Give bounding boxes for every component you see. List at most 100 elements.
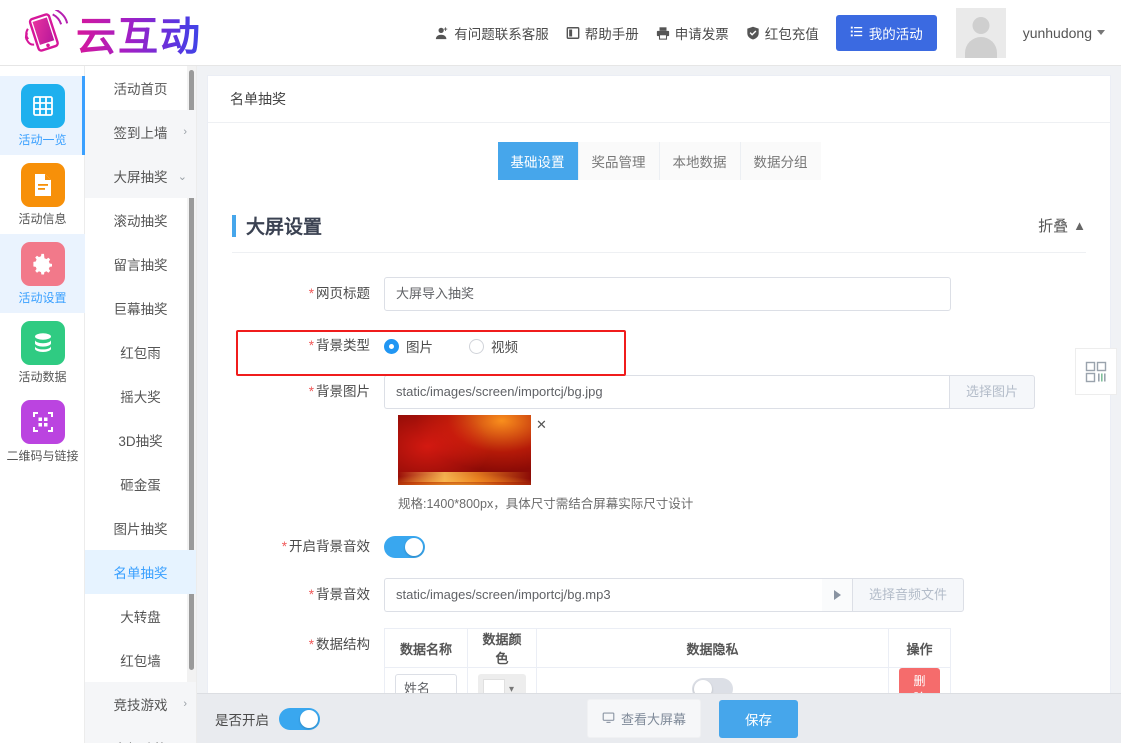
tab-basic-settings[interactable]: 基础设置 — [498, 142, 579, 180]
form-row-bg-type: *背景类型 图片 视频 — [232, 329, 1086, 363]
tab-local-data[interactable]: 本地数据 — [660, 142, 741, 180]
save-button[interactable]: 保存 — [719, 700, 798, 738]
menu-item-3d-lottery[interactable]: 3D抽奖 — [85, 418, 196, 462]
tab-label: 基础设置 — [511, 155, 565, 170]
menu-item-shake-prize[interactable]: 摇大奖 — [85, 374, 196, 418]
label-text: 背景图片 — [316, 384, 370, 399]
menu-item-label: 活动首页 — [114, 78, 168, 98]
radio-label: 图片 — [406, 336, 433, 356]
form-label-data-structure: *数据结构 — [232, 628, 384, 662]
radio-video[interactable]: 视频 — [469, 336, 518, 356]
top-nav: 有问题联系客服 帮助手册 申请发票 红包充值 — [435, 8, 1121, 58]
tab-bar: 基础设置 奖品管理 本地数据 数据分组 — [208, 123, 1110, 180]
bg-image-input[interactable]: static/images/screen/importcj/bg.jpg — [384, 375, 869, 409]
menu-item-redpacket-wall[interactable]: 红包墙 — [85, 638, 196, 682]
menu-item-namelist-lottery[interactable]: 名单抽奖 — [85, 550, 196, 594]
menu-item-label: 签到上墙 — [114, 122, 168, 142]
menu-item-scroll-lottery[interactable]: 滚动抽奖 — [85, 198, 196, 242]
th-data-name: 数据名称 — [385, 629, 468, 668]
tab-data-group[interactable]: 数据分组 — [741, 142, 821, 180]
page-title-input[interactable]: 大屏导入抽奖 — [384, 277, 951, 311]
form-row-page-title: *网页标题 大屏导入抽奖 — [232, 277, 1086, 311]
bg-image-thumbnail[interactable] — [398, 415, 531, 485]
app-root: 云互动 有问题联系客服 帮助手册 申请发票 — [0, 0, 1121, 743]
section-header: 大屏设置 折叠 ▲ — [232, 212, 1086, 253]
tab-label: 数据分组 — [754, 155, 808, 170]
section-accent-bar — [232, 215, 236, 237]
menu-item-label: 巨幕抽奖 — [114, 298, 168, 318]
tab-prize-management[interactable]: 奖品管理 — [579, 142, 660, 180]
bg-type-radio-group: 图片 视频 — [384, 329, 518, 363]
topnav-item-recharge[interactable]: 红包充值 — [746, 23, 819, 43]
menu-item-competitive-games[interactable]: 竞技游戏› — [85, 682, 196, 726]
topnav-item-help[interactable]: 帮助手册 — [566, 23, 639, 43]
rail-item-qrcode-link[interactable]: 二维码与链接 — [0, 392, 85, 471]
rail-item-activity-data[interactable]: 活动数据 — [0, 313, 85, 392]
radio-dot — [469, 339, 484, 354]
chevron-right-icon: › — [183, 126, 187, 138]
view-bigscreen-label: 查看大屏幕 — [621, 709, 686, 728]
menu-item-message-lottery[interactable]: 留言抽奖 — [85, 242, 196, 286]
label-text: 数据结构 — [316, 637, 370, 652]
menu-item-home[interactable]: 活动首页 — [85, 66, 196, 110]
topnav-label: 帮助手册 — [585, 23, 639, 43]
brand-logo[interactable]: 云互动 — [18, 4, 202, 62]
form-label-audio-enable: *开启背景音效 — [232, 530, 384, 564]
section-title: 大屏设置 — [246, 212, 322, 239]
monitor-icon — [602, 711, 615, 727]
menu-item-big-wheel[interactable]: 大转盘 — [85, 594, 196, 638]
bg-audio-input[interactable]: static/images/screen/importcj/bg.mp3 — [384, 578, 822, 612]
tab-label: 本地数据 — [673, 155, 727, 170]
collapse-toggle[interactable]: 折叠 ▲ — [1038, 215, 1086, 236]
main-card: 名单抽奖 基础设置 奖品管理 本地数据 数据分组 大屏设置 折叠 — [207, 75, 1111, 730]
content-area: 名单抽奖 基础设置 奖品管理 本地数据 数据分组 大屏设置 折叠 — [197, 66, 1121, 743]
menu-item-golden-egg[interactable]: 砸金蛋 — [85, 462, 196, 506]
choose-image-button[interactable]: 选择图片 — [949, 375, 1035, 409]
close-icon[interactable]: ✕ — [536, 417, 547, 433]
label-text: 开启背景音效 — [289, 539, 370, 554]
menu-item-bigscreen-lottery[interactable]: 大屏抽奖⌄ — [85, 154, 196, 198]
menu-item-label: 竞技游戏 — [114, 694, 168, 714]
qr-grid-icon[interactable] — [1075, 348, 1117, 395]
required-star: * — [309, 637, 314, 652]
menu-item-giant-lottery[interactable]: 巨幕抽奖 — [85, 286, 196, 330]
menu-item-signin-wall[interactable]: 签到上墙 › — [85, 110, 196, 154]
bg-audio-field: static/images/screen/importcj/bg.mp3 选择音… — [384, 578, 964, 612]
enable-toggle[interactable] — [279, 708, 320, 730]
required-star: * — [309, 338, 314, 353]
settings-form: *网页标题 大屏导入抽奖 *背景类型 图片 — [208, 253, 1110, 711]
label-text: 背景音效 — [316, 587, 370, 602]
menu-item-label: 图片抽奖 — [114, 518, 168, 538]
menu-item-photo-lottery[interactable]: 图片抽奖 — [85, 506, 196, 550]
radio-image[interactable]: 图片 — [384, 336, 433, 356]
required-star: * — [309, 286, 314, 301]
bg-image-note: 规格:1400*800px，具体尺寸需结合屏幕实际尺寸设计 — [398, 493, 1086, 512]
top-bar: 云互动 有问题联系客服 帮助手册 申请发票 — [0, 0, 1121, 66]
table-header-row: 数据名称 数据颜色 数据隐私 操作 — [385, 629, 951, 668]
topnav-item-invoice[interactable]: 申请发票 — [656, 23, 729, 43]
rail-item-activity-list[interactable]: 活动一览 — [0, 76, 85, 155]
rail-item-activity-settings[interactable]: 活动设置 — [0, 234, 85, 313]
page-title: 名单抽奖 — [208, 76, 1110, 123]
menu-item-redpacket-rain[interactable]: 红包雨 — [85, 330, 196, 374]
document-icon — [21, 163, 65, 207]
menu-item-label: 红包雨 — [120, 342, 161, 362]
my-activity-button[interactable]: 我的活动 — [836, 15, 937, 51]
rail-item-label: 二维码与链接 — [0, 448, 85, 464]
menu-item-advanced-features[interactable]: 高级功能› — [85, 726, 196, 743]
radio-dot-selected — [384, 339, 399, 354]
topnav-item-support[interactable]: 有问题联系客服 — [435, 23, 549, 43]
view-bigscreen-button[interactable]: 查看大屏幕 — [587, 699, 701, 738]
rail-item-label: 活动设置 — [0, 290, 85, 306]
choose-audio-button[interactable]: 选择音频文件 — [852, 578, 964, 612]
form-label-bg-type: *背景类型 — [232, 329, 384, 363]
play-icon[interactable] — [822, 578, 852, 612]
required-star: * — [309, 587, 314, 602]
avatar[interactable] — [956, 8, 1006, 58]
form-row-audio-enable: *开启背景音效 — [232, 530, 1086, 564]
rail-item-activity-info[interactable]: 活动信息 — [0, 155, 85, 234]
bg-audio-enable-toggle[interactable] — [384, 536, 425, 558]
user-menu[interactable]: yunhudong — [1023, 25, 1105, 41]
brand-name: 云互动 — [76, 4, 202, 62]
menu-item-label: 砸金蛋 — [120, 474, 161, 494]
